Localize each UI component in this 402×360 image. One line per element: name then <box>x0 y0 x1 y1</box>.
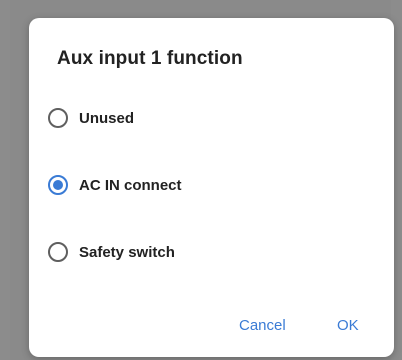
option-label-safety-switch: Safety switch <box>79 243 175 261</box>
option-unused[interactable]: Unused <box>48 98 378 138</box>
option-label-unused: Unused <box>79 109 135 127</box>
radio-ac-in-connect[interactable] <box>48 175 68 195</box>
radio-safety-switch[interactable] <box>48 242 68 262</box>
option-safety-switch[interactable]: Safety switch <box>48 232 378 272</box>
scrim-edge-left <box>0 0 10 360</box>
dialog-title: Aux input 1 function <box>57 48 243 69</box>
radio-selected-dot <box>53 180 63 190</box>
function-dialog: Aux input 1 function Unused AC IN connec… <box>29 18 394 357</box>
option-ac-in-connect[interactable]: AC IN connect <box>48 165 378 205</box>
ok-button[interactable]: OK <box>331 313 365 338</box>
cancel-button[interactable]: Cancel <box>233 313 292 338</box>
option-label-ac-in-connect: AC IN connect <box>79 176 182 194</box>
radio-unused[interactable] <box>48 108 68 128</box>
